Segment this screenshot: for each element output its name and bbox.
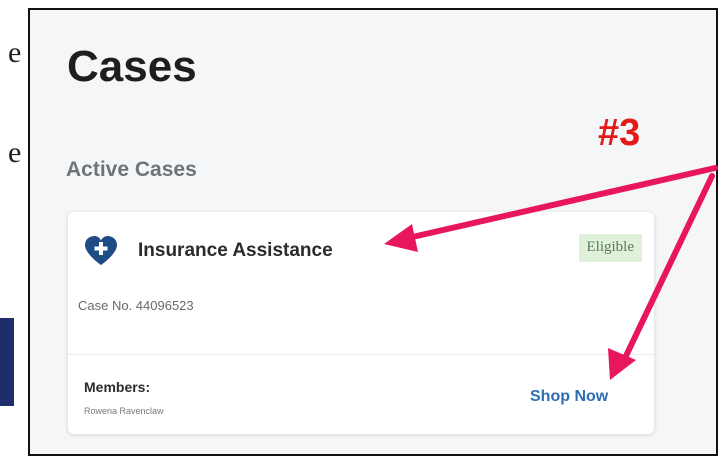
card-divider (68, 354, 654, 355)
section-title: Active Cases (66, 158, 197, 181)
shop-now-link[interactable]: Shop Now (530, 388, 608, 406)
case-name[interactable]: Insurance Assistance (138, 240, 333, 262)
case-card[interactable]: Insurance Assistance Eligible Case No. 4… (68, 212, 654, 434)
heart-plus-icon (84, 236, 118, 266)
cropped-text-fragment: e (8, 36, 22, 69)
cropped-text-fragment: e (8, 136, 22, 169)
member-name: Rowena Ravenclaw (84, 406, 164, 416)
page-title: Cases (67, 42, 197, 91)
status-badge: Eligible (578, 234, 642, 262)
cases-screenshot-frame: Cases Active Cases #3 Insurance Assistan… (28, 8, 718, 456)
members-label: Members: (84, 379, 151, 395)
annotation-label: #3 (598, 112, 641, 154)
left-crop-strip: e e (0, 0, 28, 452)
case-number: Case No. 44096523 (78, 298, 194, 313)
cropped-blue-panel (0, 318, 14, 406)
